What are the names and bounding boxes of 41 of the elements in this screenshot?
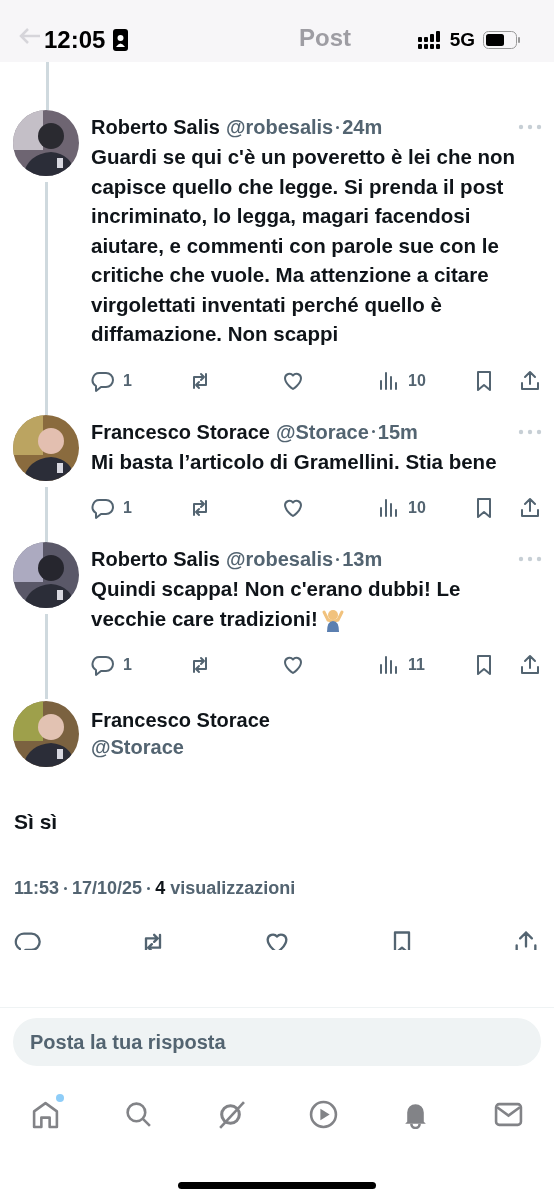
- post-time: 24m: [342, 115, 383, 140]
- author-handle: @robesalis: [225, 547, 334, 572]
- post-date: 17/10/25: [72, 877, 143, 900]
- count-label: 10: [408, 370, 426, 391]
- post-text: Quindi scappa! Non c'erano dubbi! Le vecchie care tradizioni!: [91, 577, 461, 630]
- views-label: visualizzazioni: [170, 877, 296, 900]
- post-time: 13m: [342, 547, 383, 572]
- count-label: 1: [123, 498, 132, 518]
- reply-icon[interactable]: [91, 653, 115, 677]
- author-handle: @Storace: [276, 419, 369, 445]
- author-name: Roberto Salis: [91, 115, 220, 140]
- share-icon[interactable]: [518, 368, 542, 393]
- battery-icon: [483, 31, 521, 49]
- signal-icon: [417, 31, 442, 49]
- author-handle: @Storace: [91, 735, 185, 760]
- reply-icon[interactable]: [91, 496, 115, 520]
- network-label: 5G: [449, 27, 475, 52]
- home-icon[interactable]: [31, 1099, 60, 1129]
- header-title: Post: [299, 23, 351, 53]
- share-icon[interactable]: [518, 496, 542, 520]
- count-label: 11: [408, 655, 425, 675]
- play-icon[interactable]: [308, 1099, 338, 1129]
- post-text: Guardi se qui c'è un poveretto è lei che non capisce quello che legge. Si prenda il post incriminato, lo legga, magari facendosi aiutare, e commenti con parole sue con le critiche che vuole. Ma attenzione a citare virgolettati inventati perché quello è diffamazione. Non scappi: [91, 145, 516, 345]
- count-label: 1: [123, 655, 132, 675]
- post-text: Mi basta l’articolo di Gramellini. Stia bene: [91, 449, 497, 473]
- reply-icon[interactable]: [14, 929, 42, 950]
- post-text: Sì sì: [13, 809, 59, 835]
- post-time: 15m: [377, 419, 418, 445]
- count-label: 1: [123, 370, 132, 391]
- author-name: Francesco Storace: [91, 708, 270, 733]
- search-icon[interactable]: [123, 1099, 153, 1129]
- share-icon[interactable]: [518, 653, 542, 677]
- author-name: Francesco Storace: [91, 419, 270, 445]
- author-handle: @robesalis: [225, 115, 334, 140]
- author-name: Roberto Salis: [91, 547, 220, 572]
- clock-time: 12:05: [44, 25, 106, 55]
- count-label: 10: [408, 498, 426, 518]
- views-count: 4: [155, 877, 166, 900]
- reply-field[interactable]: Posta la tua risposta: [13, 1018, 541, 1066]
- id-card-icon: [113, 29, 129, 51]
- post-time: 11:53: [14, 877, 60, 900]
